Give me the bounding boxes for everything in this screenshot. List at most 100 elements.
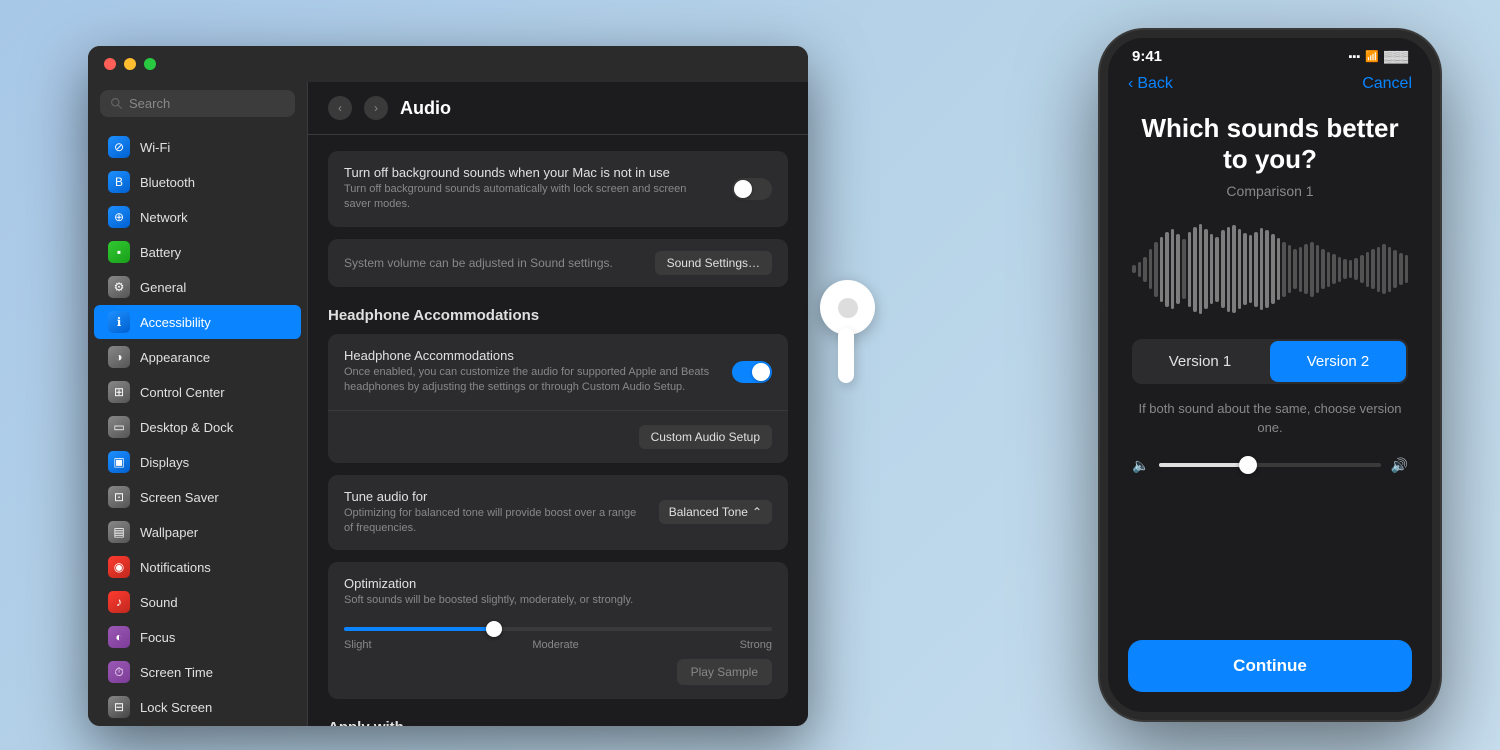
waveform-bar (1193, 227, 1197, 312)
optimization-desc: Soft sounds will be boosted slightly, mo… (344, 593, 756, 608)
waveform-bar (1182, 239, 1186, 299)
play-sample-button[interactable]: Play Sample (677, 659, 772, 685)
sidebar-item-network[interactable]: ⊕Network (94, 200, 301, 234)
sidebar-item-label-sound: Sound (140, 595, 178, 610)
sound-settings-button[interactable]: Sound Settings… (655, 251, 772, 275)
slider-thumb[interactable] (486, 621, 502, 637)
sidebar-item-accessibility[interactable]: ℹAccessibility (94, 305, 301, 339)
forward-nav-button[interactable]: › (364, 96, 388, 120)
headphone-accommodations-toggle[interactable] (732, 361, 772, 383)
wifi-icon: ⊘ (108, 136, 130, 158)
close-button[interactable] (104, 58, 116, 70)
waveform-bar (1360, 255, 1364, 283)
slider-label-slight: Slight (344, 639, 372, 651)
wallpaper-icon: ▤ (108, 521, 130, 543)
volume-row: 🔈 🔊 (1132, 457, 1408, 474)
sidebar-item-privacy[interactable]: ⊕Privacy & Security (94, 725, 301, 726)
waveform-bar (1232, 225, 1236, 313)
tune-audio-desc: Optimizing for balanced tone will provid… (344, 506, 643, 537)
waveform-bar (1354, 258, 1358, 280)
sidebar-item-wallpaper[interactable]: ▤ Wallpaper (94, 515, 301, 549)
iphone-back-button[interactable]: ‹ Back (1128, 75, 1173, 93)
waveform-bar (1154, 242, 1158, 297)
sidebar-item-lock[interactable]: ⊟Lock Screen (94, 690, 301, 724)
title-bar (88, 46, 808, 82)
version1-button[interactable]: Version 1 (1132, 339, 1268, 384)
search-bar[interactable]: Search (100, 90, 295, 117)
sidebar-item-battery[interactable]: ▪ Battery (94, 235, 301, 269)
battery-icon: ▪ (108, 241, 130, 263)
sidebar-item-label-wallpaper: Wallpaper (140, 525, 198, 540)
waveform-bar (1149, 249, 1153, 289)
search-icon (110, 97, 123, 110)
iphone-screen: 9:41 ▪▪▪ 📶 ▓▓▓ ‹ Back Cancel Which sound… (1108, 38, 1432, 712)
custom-audio-setup-row: Custom Audio Setup (328, 411, 788, 463)
sidebar-item-displays[interactable]: ▣Displays (94, 445, 301, 479)
tune-audio-row: Tune audio for Optimizing for balanced t… (328, 475, 788, 551)
optimization-slider-track[interactable] (344, 627, 772, 631)
slider-fill (344, 627, 494, 631)
iphone-cancel-button[interactable]: Cancel (1362, 75, 1412, 93)
network-icon: ⊕ (108, 206, 130, 228)
sidebar-item-label-battery: Battery (140, 245, 181, 260)
sidebar-item-control[interactable]: ⊞Control Center (94, 375, 301, 409)
sidebar-item-label-accessibility: Accessibility (140, 315, 211, 330)
minimize-button[interactable] (124, 58, 136, 70)
waveform-visualization (1132, 219, 1408, 319)
sidebar-item-screentime[interactable]: ⏱Screen Time (94, 655, 301, 689)
sidebar-item-wifi[interactable]: ⊘ Wi-Fi (94, 130, 301, 164)
volume-fill (1159, 463, 1247, 467)
bluetooth-icon: B (108, 171, 130, 193)
bg-sounds-desc: Turn off background sounds automatically… (344, 182, 716, 213)
sidebar-item-label-screentime: Screen Time (140, 665, 213, 680)
macos-settings-window: Search ⊘ Wi-Fi BBluetooth⊕Network ▪ Battery ⚙… (88, 46, 808, 726)
custom-audio-setup-button[interactable]: Custom Audio Setup (639, 425, 772, 449)
slider-label-strong: Strong (740, 639, 772, 651)
maximize-button[interactable] (144, 58, 156, 70)
waveform-bar (1132, 265, 1136, 273)
volume-high-icon: 🔊 (1391, 457, 1408, 474)
sidebar-item-appearance[interactable]: ◑Appearance (94, 340, 301, 374)
waveform-bar (1282, 242, 1286, 297)
sound-icon: ♪ (108, 591, 130, 613)
sidebar-item-label-lock: Lock Screen (140, 700, 212, 715)
volume-slider[interactable] (1159, 463, 1380, 467)
waveform-bar (1349, 260, 1353, 278)
continue-button[interactable]: Continue (1128, 640, 1412, 692)
back-chevron-icon: ‹ (1128, 75, 1133, 93)
waveform-bar (1271, 234, 1275, 304)
waveform-bar (1277, 238, 1281, 300)
back-nav-button[interactable]: ‹ (328, 96, 352, 120)
sidebar-item-label-focus: Focus (140, 630, 175, 645)
volume-thumb[interactable] (1239, 456, 1257, 474)
back-label: Back (1137, 75, 1173, 93)
general-icon: ⚙ (108, 276, 130, 298)
sidebar-item-label-screensaver: Screen Saver (140, 490, 219, 505)
sidebar-item-notifications[interactable]: ◉Notifications (94, 550, 301, 584)
waveform-bar (1221, 230, 1225, 308)
bg-sounds-toggle[interactable] (732, 178, 772, 200)
sidebar-item-bluetooth[interactable]: BBluetooth (94, 165, 301, 199)
waveform-bar (1338, 257, 1342, 282)
sidebar-item-sound[interactable]: ♪ Sound (94, 585, 301, 619)
sidebar-item-screensaver[interactable]: ⊡Screen Saver (94, 480, 301, 514)
wifi-status-icon: 📶 (1365, 50, 1379, 63)
toggle-knob (734, 180, 752, 198)
version2-button[interactable]: Version 2 (1270, 341, 1406, 382)
sidebar-item-general[interactable]: ⚙General (94, 270, 301, 304)
status-bar: 9:41 ▪▪▪ 📶 ▓▓▓ (1108, 38, 1432, 71)
sidebar-item-focus[interactable]: ◐Focus (94, 620, 301, 654)
waveform-bar (1304, 244, 1308, 294)
system-volume-text: System volume can be adjusted in Sound s… (344, 256, 613, 270)
content-header: ‹ › Audio (308, 82, 808, 135)
appearance-icon: ◑ (108, 346, 130, 368)
waveform-bar (1260, 228, 1264, 310)
sidebar-items-container: ⊘ Wi-Fi BBluetooth⊕Network ▪ Battery ⚙General… (88, 129, 307, 726)
sidebar-item-label-wifi: Wi-Fi (140, 140, 170, 155)
waveform-bar (1288, 245, 1292, 293)
tune-audio-select[interactable]: Balanced Tone ⌃ (659, 500, 772, 524)
waveform-bar (1265, 230, 1269, 308)
waveform-bar (1343, 259, 1347, 279)
search-placeholder: Search (129, 96, 170, 111)
sidebar-item-desktop[interactable]: ▭Desktop & Dock (94, 410, 301, 444)
